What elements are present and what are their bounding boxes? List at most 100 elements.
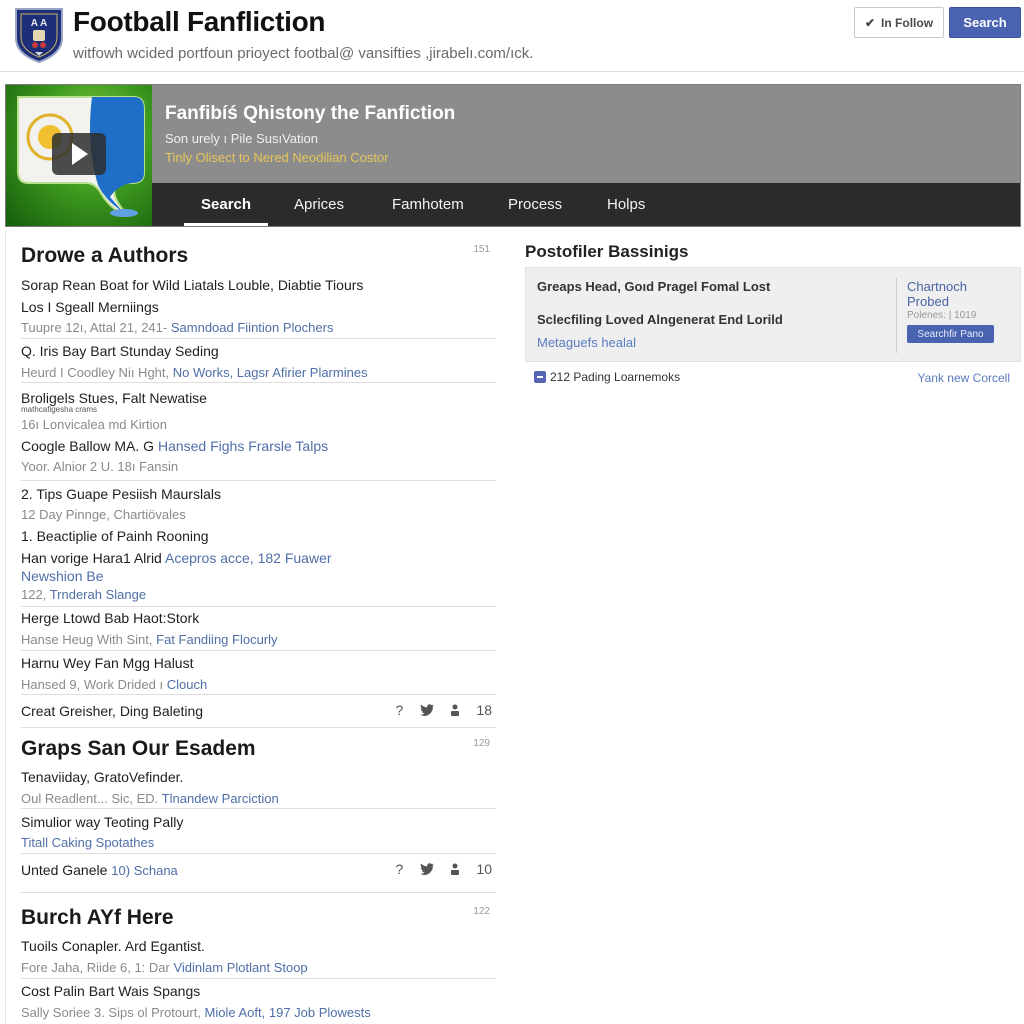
card-line[interactable]: Greaps Head, Goıd Pragel Fomal Lost bbox=[537, 279, 770, 294]
divider bbox=[21, 727, 496, 728]
result-meta-link[interactable]: Clouch bbox=[167, 677, 207, 692]
result-meta-link[interactable]: Tlnandew Parciction bbox=[162, 791, 279, 806]
result-title[interactable]: Sorap Rean Boat for Wild Liatals Louble,… bbox=[21, 277, 363, 293]
result-title[interactable]: 1. Beactiplie of Painh Rooning bbox=[21, 528, 209, 544]
result-meta: Yoor. Alnior 2 U. 18ı Fansin bbox=[21, 459, 179, 474]
results-column: Drowe a Authors 151 Sorap Rean Boat for … bbox=[5, 230, 496, 1024]
stat-count: 10 bbox=[476, 861, 492, 877]
featured-banner: Fanfibíś Qhistony the Fanfiction Son ure… bbox=[5, 84, 1021, 227]
divider bbox=[21, 480, 496, 481]
result-meta: Hanse Heug With Sint, Fat Fandiing Flocu… bbox=[21, 632, 278, 647]
svg-text:A A: A A bbox=[31, 18, 47, 29]
sidebar-card: Greaps Head, Goıd Pragel Fomal Lost Scle… bbox=[525, 267, 1021, 362]
result-meta-link[interactable]: Vidinlam Plotlant Stoop bbox=[173, 960, 307, 975]
stat-count: 18 bbox=[476, 702, 492, 718]
result-title[interactable]: Harnu Wey Fan Mgg Halust bbox=[21, 655, 193, 671]
banner-nav: Search Aprices Famhotem Process Holps bbox=[152, 183, 1020, 226]
card-link[interactable]: Metaguefs healal bbox=[537, 335, 636, 350]
tab-holps[interactable]: Holps bbox=[607, 183, 645, 226]
result-title: Coogle Ballow MA. G Hansed Fighs Frarsle… bbox=[21, 438, 328, 454]
crest-shield-icon[interactable]: A A bbox=[13, 6, 65, 64]
result-meta-link[interactable]: No Works, Lagsr Afirier Plarmines bbox=[173, 365, 368, 380]
divider bbox=[21, 853, 496, 854]
footer-text[interactable]: 212 Pading Loarnemoks bbox=[550, 370, 680, 384]
result-title[interactable]: Tenaviiday, GratoVefinder. bbox=[21, 769, 183, 785]
site-title: Football Fanfliction bbox=[73, 6, 326, 37]
result-meta: Heurd I Coodley Niı Hght, No Works, Lags… bbox=[21, 365, 368, 380]
divider bbox=[21, 808, 496, 809]
result-title[interactable]: 2. Tips Guape Pesiish Maurslals bbox=[21, 486, 221, 502]
twitter-bird-icon[interactable] bbox=[420, 703, 435, 717]
tab-search[interactable]: Search bbox=[183, 183, 269, 226]
result-title[interactable]: Creat Greisher, Ding Baleting bbox=[21, 703, 203, 719]
video-thumbnail[interactable] bbox=[6, 85, 152, 226]
result-meta: 16ı Lonvicalea md Kirtion bbox=[21, 417, 167, 432]
search-profile-button[interactable]: Searchfir Pano bbox=[907, 325, 994, 343]
banner-title: Fanfibíś Qhistony the Fanfiction bbox=[165, 103, 456, 124]
tab-aprices[interactable]: Aprices bbox=[294, 183, 344, 226]
card-side-meta: Polenes: | 1019 bbox=[907, 310, 977, 321]
sidebar-title: Postofiler Bassinigs bbox=[525, 242, 689, 261]
result-meta: Sally Soriee 3. Sips ol Protourt, Miole … bbox=[21, 1005, 371, 1020]
result-title[interactable]: Simulior way Teoting Pally bbox=[21, 814, 183, 830]
result-meta: Oul Readlent... Sic, ED. Tlnandew Parcic… bbox=[21, 791, 279, 806]
site-subtitle: witfowh wcided portfoun prioyect footbal… bbox=[73, 45, 534, 62]
result-title: Unted Ganele 10) Schana bbox=[21, 862, 178, 878]
result-meta: Tuupre 12ı, Attal 21, 241- Samndoad Fiin… bbox=[21, 320, 334, 335]
tab-famhotem[interactable]: Famhotem bbox=[392, 183, 464, 226]
result-title-link[interactable]: Hansed Fighs Frarsle Talps bbox=[158, 438, 328, 454]
result-title[interactable]: Broligels Stues, Falt Newatise bbox=[21, 390, 207, 406]
footer-link[interactable]: Yank new Corcell bbox=[918, 371, 1010, 385]
search-button[interactable]: Search bbox=[949, 7, 1021, 38]
result-meta-link[interactable]: Samndoad Fiintion Plochers bbox=[171, 320, 334, 335]
site-header: A A Football Fanfliction witfowh wcided … bbox=[0, 0, 1024, 72]
result-title[interactable]: Q. Iris Bay Bart Stunday Seding bbox=[21, 343, 219, 359]
card-divider bbox=[896, 278, 897, 353]
result-actions: ? 10 bbox=[392, 861, 492, 877]
section-count: 129 bbox=[473, 738, 490, 749]
follow-button[interactable]: ✔ In Follow bbox=[854, 7, 944, 38]
person-icon bbox=[448, 703, 462, 717]
result-title-line2: Han vorige Hara1 Alrid Acepros acce, 182… bbox=[21, 550, 332, 566]
question-icon[interactable]: ? bbox=[392, 702, 406, 718]
section-title: Drowe a Authors bbox=[21, 244, 189, 267]
bookmark-icon bbox=[534, 371, 546, 383]
person-icon bbox=[448, 862, 462, 876]
section-title: Graps San Our Esadem bbox=[21, 737, 256, 760]
result-title-link[interactable]: 10) Schana bbox=[111, 863, 178, 878]
result-meta: 122, Trnderah Slange bbox=[21, 587, 147, 602]
card-line[interactable]: Sclecfiling Loved Alngenerat End Lorild bbox=[537, 312, 783, 327]
result-meta-link[interactable]: Miole Aoft, 197 Job Plowests bbox=[205, 1005, 371, 1020]
result-meta-link[interactable]: Trnderah Slange bbox=[50, 587, 146, 602]
divider bbox=[21, 382, 496, 383]
result-title-link[interactable]: Newshion Be bbox=[21, 568, 104, 584]
banner-link[interactable]: Tinly Olisect to Nered Neodilian Costor bbox=[165, 150, 389, 165]
result-title[interactable]: Tuoils Conapler. Ard Egantist. bbox=[21, 938, 205, 954]
section-count: 151 bbox=[473, 244, 490, 255]
result-title[interactable]: Cost Palin Bart Wais Spangs bbox=[21, 983, 200, 999]
result-meta: Hansed 9, Work Drided ı Clouch bbox=[21, 677, 208, 692]
result-title-text[interactable]: Coogle Ballow MA. G bbox=[21, 438, 154, 454]
card-side-title[interactable]: Chartnoch Probed bbox=[907, 279, 987, 309]
checkmark-icon: ✔ bbox=[864, 15, 876, 30]
result-meta-link[interactable]: Fat Fandiing Flocurly bbox=[156, 632, 277, 647]
result-title-text[interactable]: Unted Ganele bbox=[21, 862, 107, 878]
divider bbox=[21, 978, 496, 979]
banner-subtitle: Son urely ı Pile SusıVation bbox=[165, 131, 318, 146]
result-title[interactable]: Herge Ltowd Bab Haot:Stork bbox=[21, 610, 199, 626]
result-title-link[interactable]: Acepros acce, 182 Fuawer bbox=[165, 550, 332, 566]
sidebar-footer: 212 Pading Loarnemoks bbox=[534, 370, 680, 384]
result-actions: ? 18 bbox=[392, 702, 492, 718]
divider bbox=[21, 650, 496, 651]
question-icon[interactable]: ? bbox=[392, 861, 406, 877]
section-title: Burch AYf Here bbox=[21, 906, 174, 929]
tab-process[interactable]: Process bbox=[508, 183, 562, 226]
follow-label: In Follow bbox=[881, 15, 934, 30]
result-title-line2[interactable]: Los I Sgeall Merniings bbox=[21, 299, 159, 315]
divider bbox=[21, 892, 496, 893]
result-meta-link[interactable]: Titall Caking Spotathes bbox=[21, 835, 154, 850]
result-tagline: mathcafigesha crams bbox=[21, 405, 98, 414]
divider bbox=[21, 606, 496, 607]
divider bbox=[21, 694, 496, 695]
twitter-bird-icon[interactable] bbox=[420, 862, 435, 876]
